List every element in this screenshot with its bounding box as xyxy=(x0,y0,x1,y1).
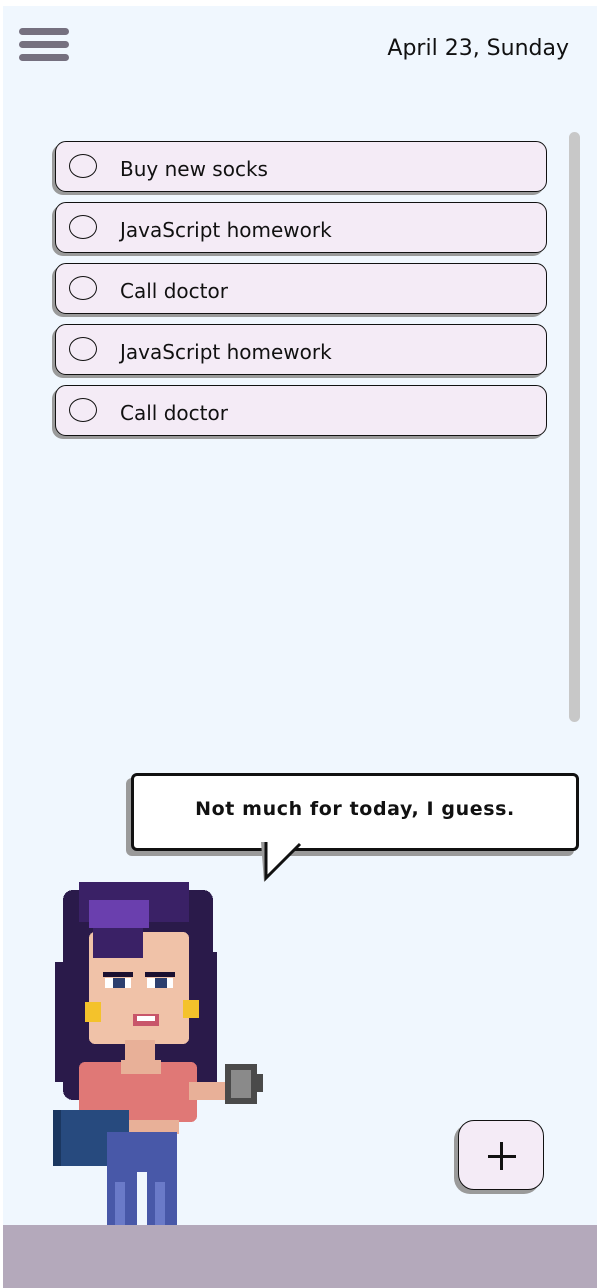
task-label: Call doctor xyxy=(120,401,228,425)
ground-bar xyxy=(3,1225,597,1288)
task-label: JavaScript homework xyxy=(120,340,332,364)
task-label: Buy new socks xyxy=(120,157,268,181)
menu-button[interactable] xyxy=(19,28,71,64)
task-checkbox[interactable] xyxy=(69,276,97,300)
speech-bubble: Not much for today, I guess. xyxy=(131,773,579,851)
task-item[interactable]: Call doctor xyxy=(55,263,547,314)
task-item[interactable]: JavaScript homework xyxy=(55,202,547,253)
menu-icon-bar xyxy=(19,41,69,48)
character-illustration xyxy=(53,882,263,1264)
task-label: JavaScript homework xyxy=(120,218,332,242)
add-task-button[interactable] xyxy=(458,1120,544,1190)
scrollbar[interactable] xyxy=(569,132,580,722)
task-checkbox[interactable] xyxy=(69,398,97,422)
menu-icon-bar xyxy=(19,28,69,35)
task-item[interactable]: Call doctor xyxy=(55,385,547,436)
task-item[interactable]: Buy new socks xyxy=(55,141,547,192)
menu-icon-bar xyxy=(19,54,69,61)
speech-bubble-text: Not much for today, I guess. xyxy=(195,798,515,820)
plus-icon xyxy=(500,1142,503,1170)
task-checkbox[interactable] xyxy=(69,154,97,178)
task-checkbox[interactable] xyxy=(69,215,97,239)
date-label: April 23, Sunday xyxy=(387,36,569,61)
task-item[interactable]: JavaScript homework xyxy=(55,324,547,375)
app-screen: April 23, Sunday Buy new socks JavaScrip… xyxy=(3,6,597,1288)
task-label: Call doctor xyxy=(120,279,228,303)
task-checkbox[interactable] xyxy=(69,337,97,361)
speech-bubble-tail xyxy=(261,842,302,882)
task-list: Buy new socks JavaScript homework Call d… xyxy=(55,141,547,446)
